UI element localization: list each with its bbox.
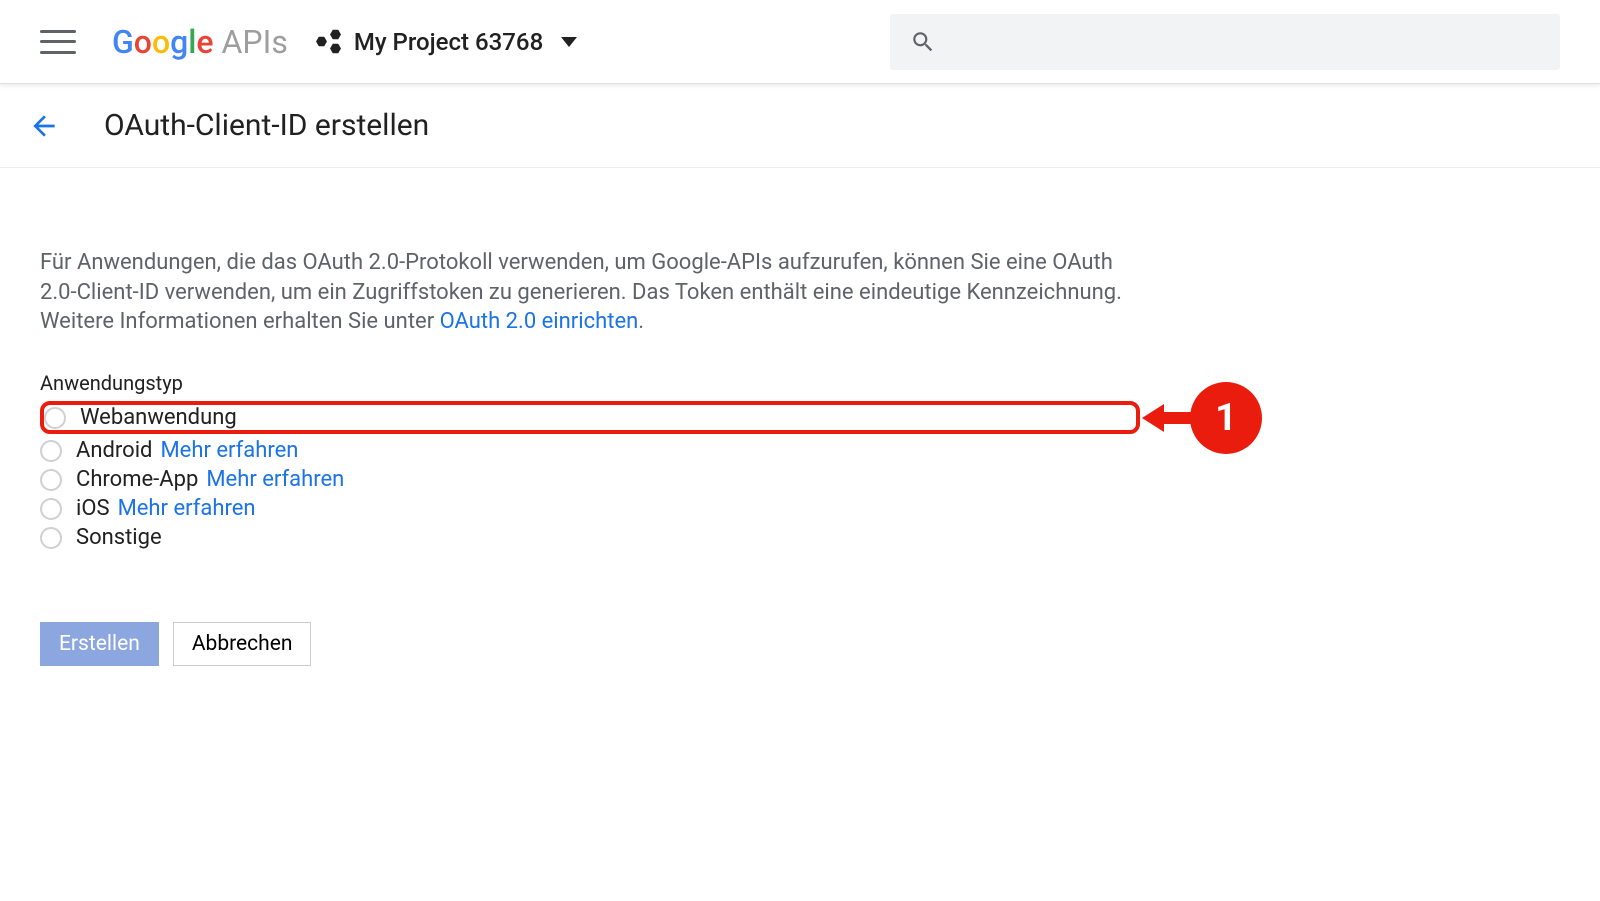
radio-option-chrome[interactable]: Chrome-App Mehr erfahren xyxy=(40,467,1140,492)
learn-more-link-android[interactable]: Mehr erfahren xyxy=(160,438,298,463)
application-type-label: Anwendungstyp xyxy=(40,371,1140,395)
radio-label: iOS xyxy=(76,496,110,521)
radio-label: Sonstige xyxy=(76,525,162,550)
search-input[interactable] xyxy=(890,14,1560,70)
learn-more-link-chrome[interactable]: Mehr erfahren xyxy=(206,467,344,492)
annotation-highlight-1: Webanwendung 1 xyxy=(40,401,1140,434)
radio-icon xyxy=(40,527,62,549)
sub-header: OAuth-Client-ID erstellen xyxy=(0,84,1600,168)
button-row: Erstellen Abbrechen xyxy=(40,622,1140,666)
page-title: OAuth-Client-ID erstellen xyxy=(104,108,429,143)
description-text: Für Anwendungen, die das OAuth 2.0-Proto… xyxy=(40,248,1140,337)
radio-icon xyxy=(40,469,62,491)
project-icon xyxy=(316,29,342,55)
application-type-radios: Webanwendung 1 Android Mehr erfahren Chr… xyxy=(40,401,1140,550)
radio-option-other[interactable]: Sonstige xyxy=(40,525,1140,550)
radio-option-ios[interactable]: iOS Mehr erfahren xyxy=(40,496,1140,521)
radio-option-android[interactable]: Android Mehr erfahren xyxy=(40,438,1140,463)
radio-label: Chrome-App xyxy=(76,467,198,492)
create-button[interactable]: Erstellen xyxy=(40,622,159,666)
cancel-button[interactable]: Abbrechen xyxy=(173,622,312,666)
google-apis-logo[interactable]: Google APIs xyxy=(112,23,288,61)
project-name: My Project 63768 xyxy=(354,28,543,56)
radio-icon xyxy=(44,407,66,429)
radio-icon xyxy=(40,498,62,520)
annotation-number: 1 xyxy=(1190,382,1262,454)
oauth-setup-link[interactable]: OAuth 2.0 einrichten xyxy=(440,309,639,334)
menu-icon[interactable] xyxy=(40,30,76,54)
main-content: Für Anwendungen, die das OAuth 2.0-Proto… xyxy=(0,168,1180,706)
description-after: . xyxy=(638,309,644,334)
radio-icon xyxy=(40,440,62,462)
chevron-down-icon xyxy=(561,37,577,47)
annotation-arrow-1: 1 xyxy=(1136,382,1262,454)
search-icon xyxy=(910,29,936,55)
top-bar: Google APIs My Project 63768 xyxy=(0,0,1600,84)
radio-option-web[interactable]: Webanwendung xyxy=(44,405,237,430)
back-arrow-icon[interactable] xyxy=(28,110,60,142)
project-selector[interactable]: My Project 63768 xyxy=(316,28,577,56)
radio-label: Webanwendung xyxy=(80,405,237,430)
logo-product-label: APIs xyxy=(222,23,288,61)
learn-more-link-ios[interactable]: Mehr erfahren xyxy=(118,496,256,521)
radio-label: Android xyxy=(76,438,152,463)
